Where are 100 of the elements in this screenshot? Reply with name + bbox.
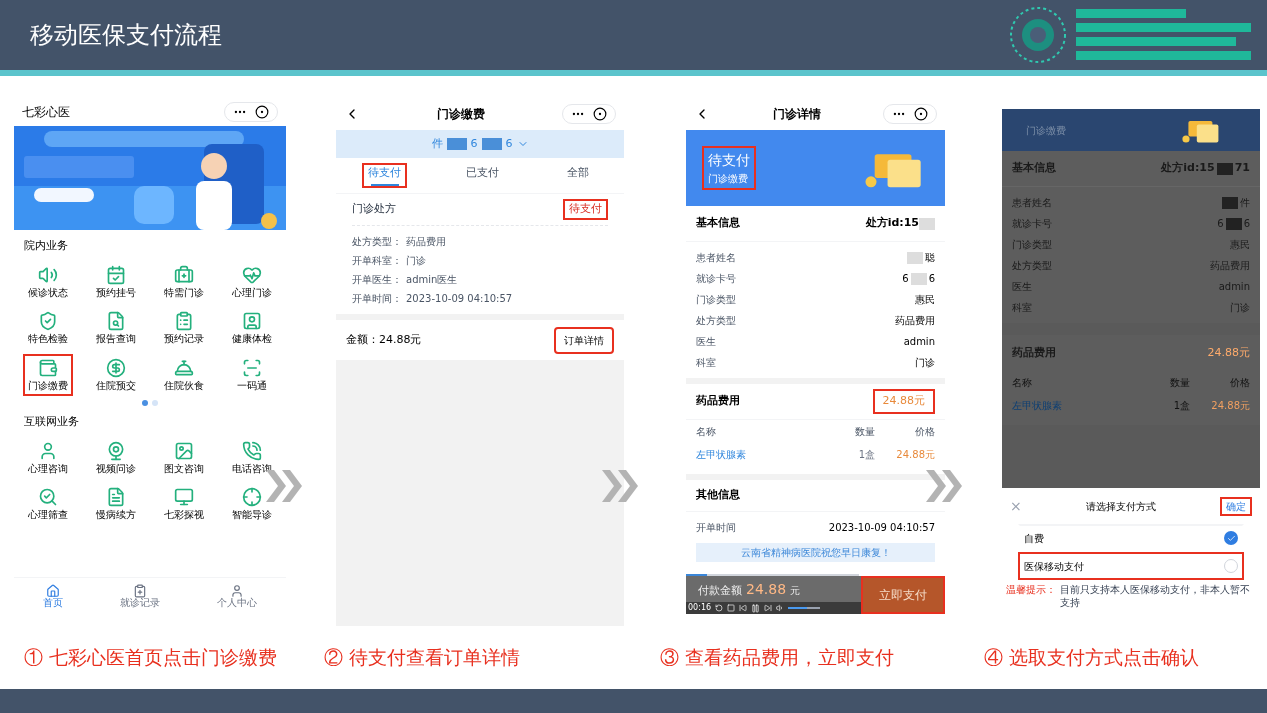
service-item[interactable]: 七彩探视 bbox=[159, 483, 209, 526]
service-item[interactable]: 住院伙食 bbox=[159, 353, 209, 396]
service-item[interactable]: 特色检验 bbox=[23, 307, 73, 350]
image-icon bbox=[174, 440, 194, 461]
forward-icon[interactable] bbox=[764, 604, 773, 612]
service-item[interactable]: 心理门诊 bbox=[227, 260, 277, 303]
service-item[interactable]: 视频问诊 bbox=[91, 436, 141, 479]
service-item[interactable]: 一码通 bbox=[227, 353, 277, 396]
row-value: 药品费用 bbox=[895, 314, 935, 328]
row-value: admin bbox=[1218, 280, 1250, 294]
service-item[interactable]: 候诊状态 bbox=[23, 260, 73, 303]
row-label: 处方类型 bbox=[696, 314, 736, 328]
person-icon bbox=[38, 440, 58, 461]
drug-name: 左甲状腺素 bbox=[1012, 399, 1063, 413]
volume-icon[interactable] bbox=[776, 604, 785, 612]
row-label: 患者姓名 bbox=[696, 251, 736, 265]
drug-price: 24.88元 bbox=[1210, 399, 1250, 413]
masked-block bbox=[907, 251, 923, 264]
pay-now-button[interactable]: 立即支付 bbox=[861, 576, 945, 614]
service-item[interactable]: 图文咨询 bbox=[159, 436, 209, 479]
coin-icon bbox=[106, 357, 126, 378]
section-title: 药品费用 bbox=[1012, 344, 1056, 361]
page-title: 门诊详情 bbox=[772, 106, 821, 123]
drug-price: 24.88元 bbox=[895, 448, 935, 462]
double-chevron-icon bbox=[600, 468, 640, 504]
capsule-menu[interactable] bbox=[883, 104, 937, 124]
pay-unit: 元 bbox=[790, 583, 801, 598]
status-tab[interactable]: 待支付 bbox=[362, 163, 408, 188]
bottom-tab[interactable]: 首页 bbox=[42, 583, 63, 608]
shield-icon bbox=[38, 311, 58, 331]
payment-option[interactable]: 医保移动支付 bbox=[1018, 552, 1244, 580]
clipboard-icon bbox=[174, 311, 194, 331]
column-header: 名称 bbox=[1012, 376, 1033, 390]
row-label: 医生 bbox=[1012, 280, 1032, 294]
service-item[interactable]: 报告查询 bbox=[91, 307, 141, 350]
service-item[interactable]: 特需门诊 bbox=[159, 260, 209, 303]
row-value: 6 bbox=[928, 272, 935, 286]
row-value: 门诊 bbox=[915, 356, 935, 370]
service-item[interactable]: 心理筛查 bbox=[23, 483, 73, 526]
field-label: 开单科室： bbox=[352, 254, 402, 268]
status-tab[interactable]: 全部 bbox=[557, 163, 598, 188]
row-value: 6 bbox=[902, 272, 909, 286]
emblem-icon bbox=[1008, 5, 1068, 65]
masked-block bbox=[919, 217, 935, 230]
order-detail-button[interactable]: 订单详情 bbox=[554, 326, 614, 354]
stop-icon[interactable] bbox=[727, 604, 736, 612]
close-target-icon bbox=[593, 107, 607, 121]
masked-block bbox=[1222, 196, 1238, 209]
target-icon bbox=[242, 487, 262, 507]
row-label: 医生 bbox=[696, 335, 716, 349]
webcam-icon bbox=[106, 440, 126, 461]
pay-amount: 24.88 bbox=[746, 579, 787, 599]
bottom-tab[interactable]: 就诊记录 bbox=[120, 583, 160, 608]
confirm-button[interactable]: 确定 bbox=[1220, 496, 1252, 516]
step-caption: ③ 查看药品费用，立即支付 bbox=[660, 644, 895, 670]
masked-block bbox=[481, 138, 502, 150]
rewind-icon[interactable] bbox=[739, 604, 748, 612]
step-caption: ② 待支付查看订单详情 bbox=[324, 644, 521, 670]
status-title: 待支付 bbox=[708, 151, 750, 170]
replay-icon[interactable] bbox=[715, 604, 724, 612]
field-value: 2023-10-09 04:10:57 bbox=[406, 292, 513, 306]
patient-text: 件 bbox=[431, 135, 443, 152]
person-frame-icon bbox=[242, 311, 262, 331]
player-time: 00:16 bbox=[688, 602, 712, 614]
row-value: 2023-10-09 04:10:57 bbox=[828, 521, 935, 535]
capsule-menu[interactable] bbox=[224, 102, 278, 122]
speaker-icon bbox=[38, 264, 58, 285]
search-check-icon bbox=[38, 487, 58, 507]
field-value: 门诊 bbox=[406, 254, 426, 268]
service-item[interactable]: 住院预交 bbox=[91, 353, 141, 396]
calendar-check-icon bbox=[106, 264, 126, 285]
monitor-icon bbox=[174, 487, 194, 507]
service-item[interactable]: 慢病续方 bbox=[91, 483, 141, 526]
row-value: 71 bbox=[1234, 160, 1250, 177]
row-value: 件 bbox=[1240, 196, 1250, 210]
service-item[interactable]: 预约挂号 bbox=[91, 260, 141, 303]
order-title: 门诊处方 bbox=[352, 201, 396, 218]
column-header: 名称 bbox=[696, 425, 717, 439]
home-icon bbox=[45, 583, 60, 598]
service-item[interactable]: 预约记录 bbox=[159, 307, 209, 350]
fee-total: 24.88元 bbox=[1207, 344, 1250, 361]
payment-option[interactable]: 自费 bbox=[1018, 524, 1244, 552]
row-label: 开单时间 bbox=[696, 521, 736, 535]
service-item[interactable]: 智能导诊 bbox=[227, 483, 277, 526]
service-item[interactable]: 门诊缴费 bbox=[23, 353, 73, 396]
pause-icon[interactable] bbox=[751, 603, 761, 613]
row-value: 6 bbox=[1243, 217, 1250, 231]
row-value: 惠民 bbox=[915, 293, 935, 307]
row-value: 处方id:15 bbox=[1161, 160, 1215, 177]
service-item[interactable]: 心理咨询 bbox=[23, 436, 73, 479]
step-caption: ① 七彩心医首页点击门诊缴费 bbox=[24, 644, 278, 670]
status-tab[interactable]: 已支付 bbox=[460, 163, 505, 188]
clipboard-plus-icon bbox=[133, 583, 147, 598]
patient-text: 6 bbox=[505, 135, 513, 152]
bottom-tab[interactable]: 个人中心 bbox=[217, 583, 258, 608]
drug-quantity: 1盒 bbox=[857, 448, 875, 462]
heart-pulse-icon bbox=[242, 264, 262, 285]
capsule-menu[interactable] bbox=[562, 104, 616, 124]
service-item[interactable]: 健康体检 bbox=[227, 307, 277, 350]
section-title: 其他信息 bbox=[696, 487, 740, 504]
